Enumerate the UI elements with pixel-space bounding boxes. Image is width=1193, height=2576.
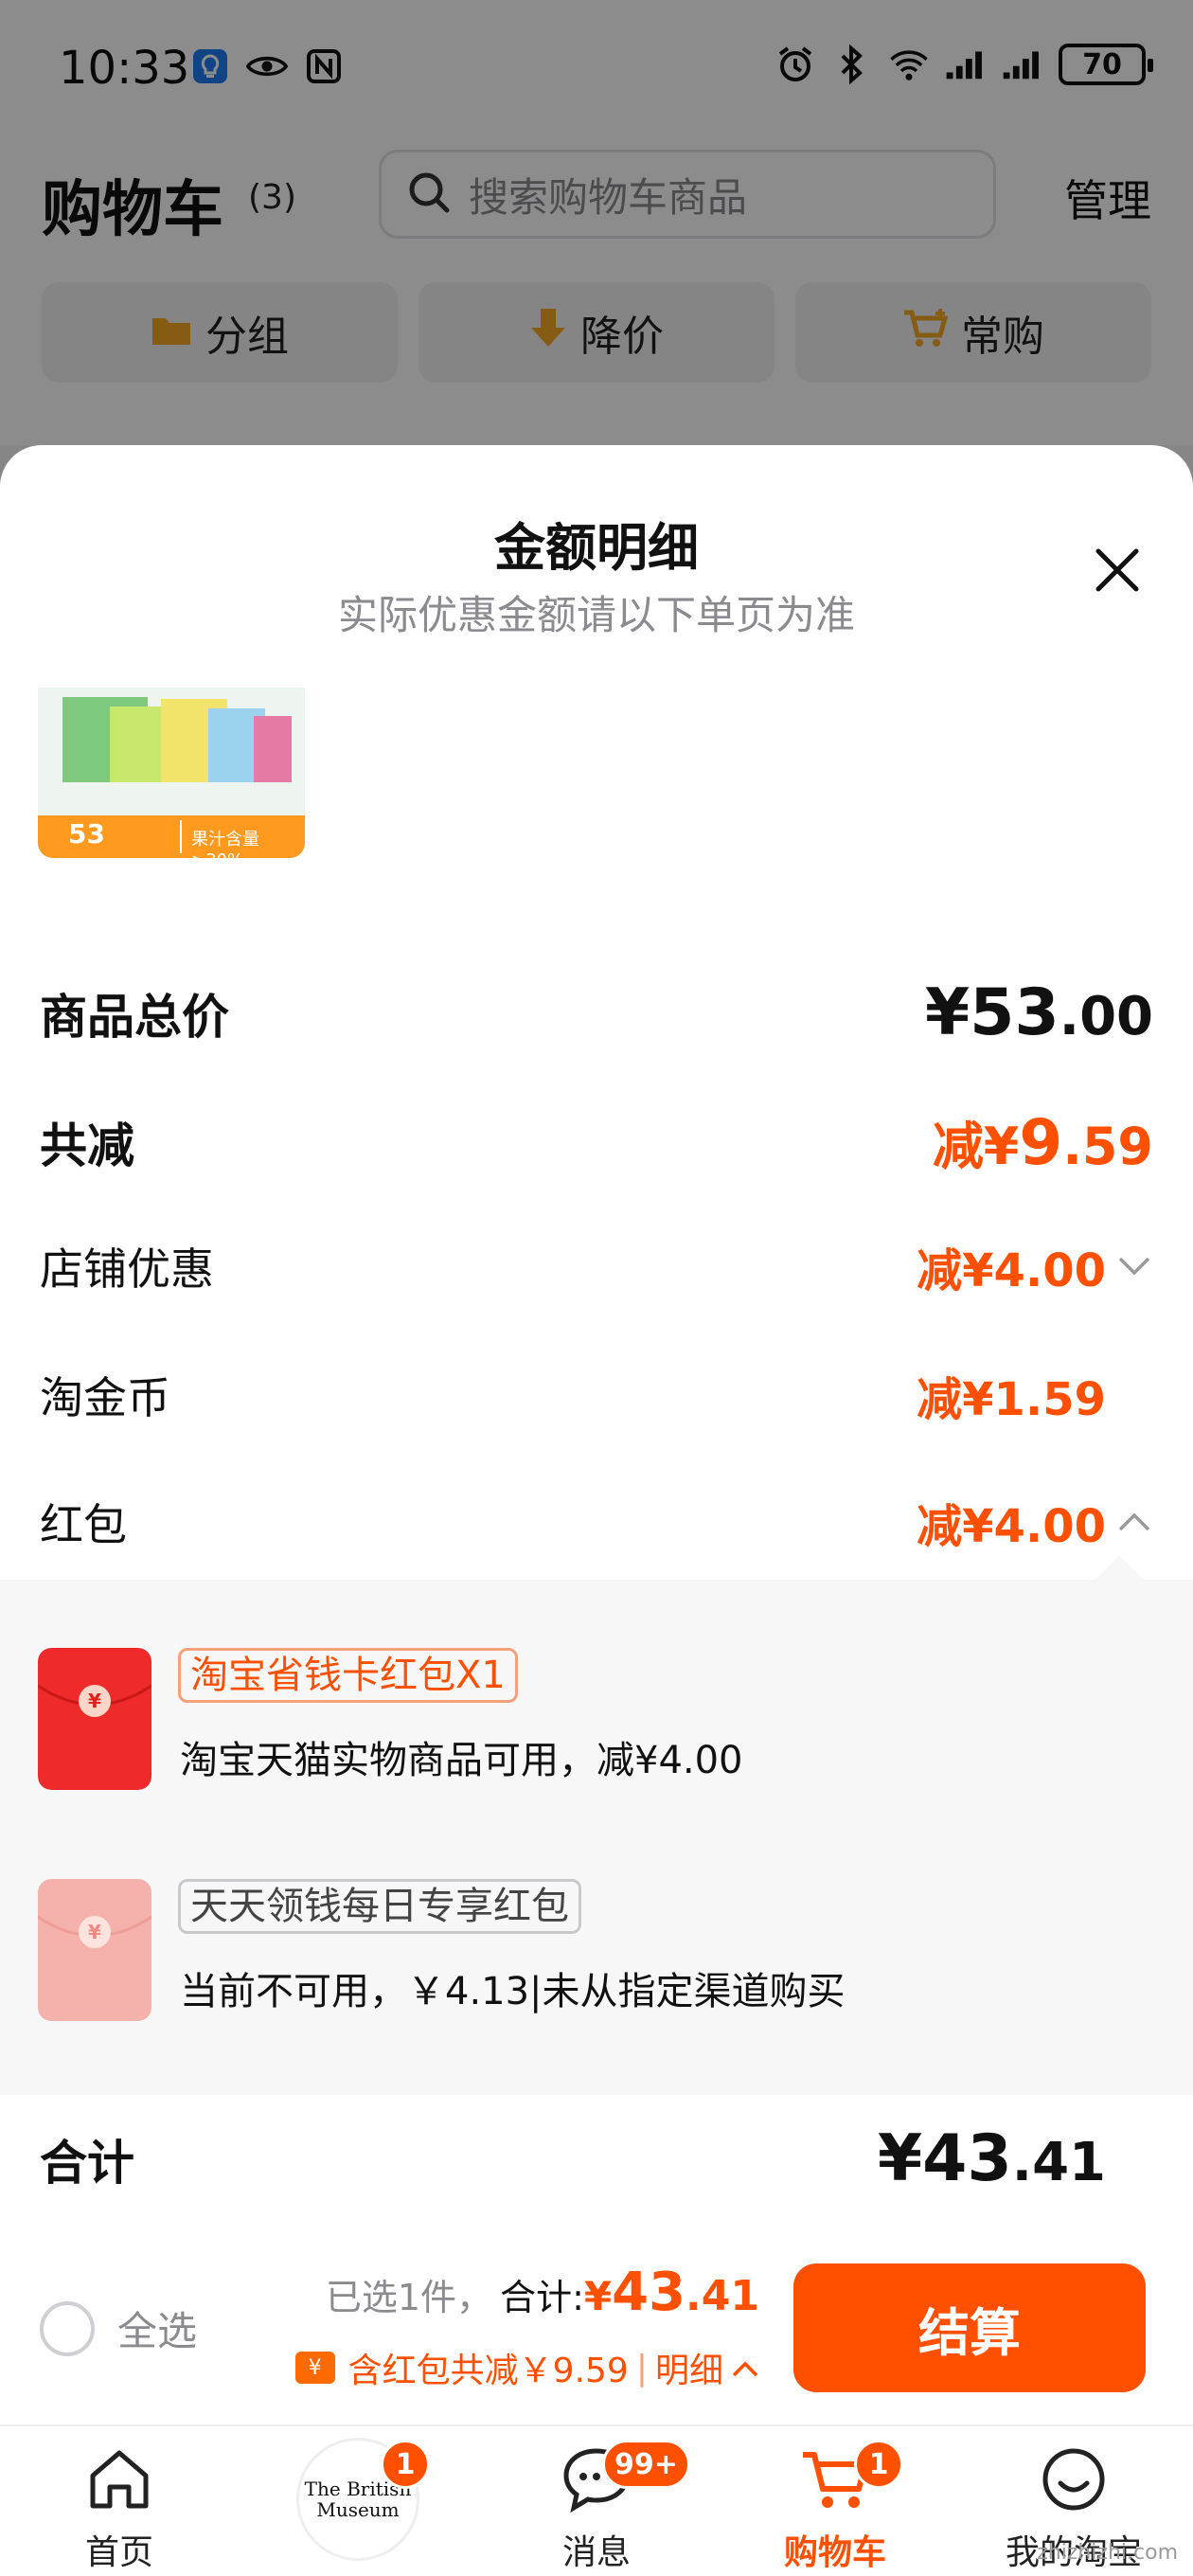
envelope-item-available[interactable]: ¥ 淘宝省钱卡红包X1 淘宝天猫实物商品可用，减¥4.00 <box>38 1648 1155 1794</box>
watermark: zhizhizhi.com <box>1037 2541 1178 2565</box>
bottom-tab-bar: 首页 The British Museum 1 消息 99+ 购物车 1 我的淘… <box>0 2424 1193 2576</box>
home-icon <box>81 2442 157 2517</box>
badge: 1 <box>854 2440 903 2489</box>
tab-label: 消息 <box>561 2533 631 2572</box>
store-discount-row[interactable]: 店铺优惠 减¥4.00 <box>40 1233 1153 1299</box>
total-discount-label: 共减 <box>40 1118 134 1173</box>
sheet-title: 金额明细 <box>494 518 699 578</box>
select-all-toggle[interactable]: 全选 <box>40 2299 197 2357</box>
pale-envelope-icon: ¥ <box>38 1879 151 2021</box>
tab-british-museum[interactable]: The British Museum 1 <box>239 2426 477 2576</box>
sheet-subtitle: 实际优惠金额请以下单页为准 <box>337 592 855 638</box>
sum-value: ¥43.41 <box>877 2121 1106 2196</box>
close-icon <box>1093 546 1142 599</box>
amount-detail-sheet: 金额明细 实际优惠金额请以下单页为准 53 果汁含量>30% 商品总价 ¥53.… <box>0 445 1193 2424</box>
discount-detail-link[interactable]: ¥ 含红包共减￥9.59 | 明细 <box>294 2343 759 2392</box>
discount-text: 含红包共减￥9.59 <box>347 2352 629 2390</box>
taojinbi-row: 淘金币 减¥1.59 <box>40 1362 1153 1428</box>
envelope-desc: 当前不可用，￥4.13|未从指定渠道购买 <box>180 1970 846 2013</box>
thumb-price-tag: 53 <box>68 818 105 850</box>
tab-label: 首页 <box>84 2533 153 2572</box>
total-discount-value: 减¥9.59 <box>932 1106 1153 1179</box>
envelope-item-unavailable[interactable]: ¥ 天天领钱每日专享红包 当前不可用，￥4.13|未从指定渠道购买 <box>38 1879 1155 2025</box>
select-all-label: 全选 <box>117 2308 198 2354</box>
red-envelope-icon: ¥ <box>38 1648 151 1790</box>
tab-messages[interactable]: 消息 99+ <box>477 2426 716 2576</box>
selected-count-text: 已选1件， <box>325 2277 493 2318</box>
svg-text:¥: ¥ <box>88 1921 101 1943</box>
total-price-label: 商品总价 <box>40 989 229 1045</box>
chevron-down-icon <box>1115 1247 1153 1285</box>
total-price-row: 商品总价 ¥53.00 <box>40 975 1153 1050</box>
tab-cart[interactable]: 购物车 1 <box>716 2426 954 2576</box>
chevron-up-icon <box>1115 1503 1153 1541</box>
envelope-desc: 淘宝天猫实物商品可用，减¥4.00 <box>180 1739 743 1782</box>
thumb-banner-text: 果汁含量>30% <box>191 830 259 858</box>
badge: 1 <box>381 2440 430 2489</box>
taojinbi-label: 淘金币 <box>40 1372 170 1423</box>
store-discount-label: 店铺优惠 <box>40 1243 214 1295</box>
detail-text: 明细 <box>654 2352 723 2390</box>
checkout-sum-label: 合计: <box>500 2277 584 2318</box>
profile-icon <box>1036 2442 1112 2517</box>
checkout-bar: 全选 已选1件， 合计: ¥43.41 ¥ 含红包共减￥9.59 | 明细 结算 <box>0 2227 1193 2424</box>
select-all-radio[interactable] <box>40 2300 95 2356</box>
total-price-value: ¥53.00 <box>924 975 1153 1050</box>
tab-label: 购物车 <box>783 2533 886 2572</box>
sum-row: 合计 ¥43.41 <box>40 2121 1153 2196</box>
checkout-button[interactable]: 结算 <box>793 2263 1146 2392</box>
badge: 99+ <box>602 2440 690 2489</box>
store-discount-value: 减¥4.00 <box>917 1233 1153 1299</box>
checkout-sum-value: ¥43.41 <box>583 2262 759 2323</box>
separator: | <box>635 2348 648 2388</box>
checkout-sum-line: 已选1件， 合计: ¥43.41 <box>326 2262 759 2323</box>
red-envelope-row[interactable]: 红包 减¥4.00 <box>40 1489 1153 1555</box>
tab-home[interactable]: 首页 <box>0 2426 239 2576</box>
taojinbi-value: 减¥1.59 <box>917 1373 1106 1426</box>
envelope-tag: 天天领钱每日专享红包 <box>178 1879 581 1934</box>
red-envelope-panel: ¥ 淘宝省钱卡红包X1 淘宝天猫实物商品可用，减¥4.00 ¥ 天天领钱每日专享… <box>0 1580 1193 2095</box>
chevron-up-icon <box>731 2349 759 2388</box>
product-thumbnail[interactable]: 53 果汁含量>30% <box>38 688 305 858</box>
red-envelope-value: 减¥4.00 <box>917 1489 1153 1555</box>
envelope-tag: 淘宝省钱卡红包X1 <box>178 1648 518 1703</box>
red-envelope-label: 红包 <box>40 1499 127 1550</box>
total-discount-row: 共减 减¥9.59 <box>40 1104 1153 1179</box>
svg-text:¥: ¥ <box>88 1690 101 1712</box>
sum-label: 合计 <box>40 2135 134 2191</box>
coupon-icon: ¥ <box>294 2352 335 2384</box>
close-button[interactable] <box>1083 538 1151 606</box>
